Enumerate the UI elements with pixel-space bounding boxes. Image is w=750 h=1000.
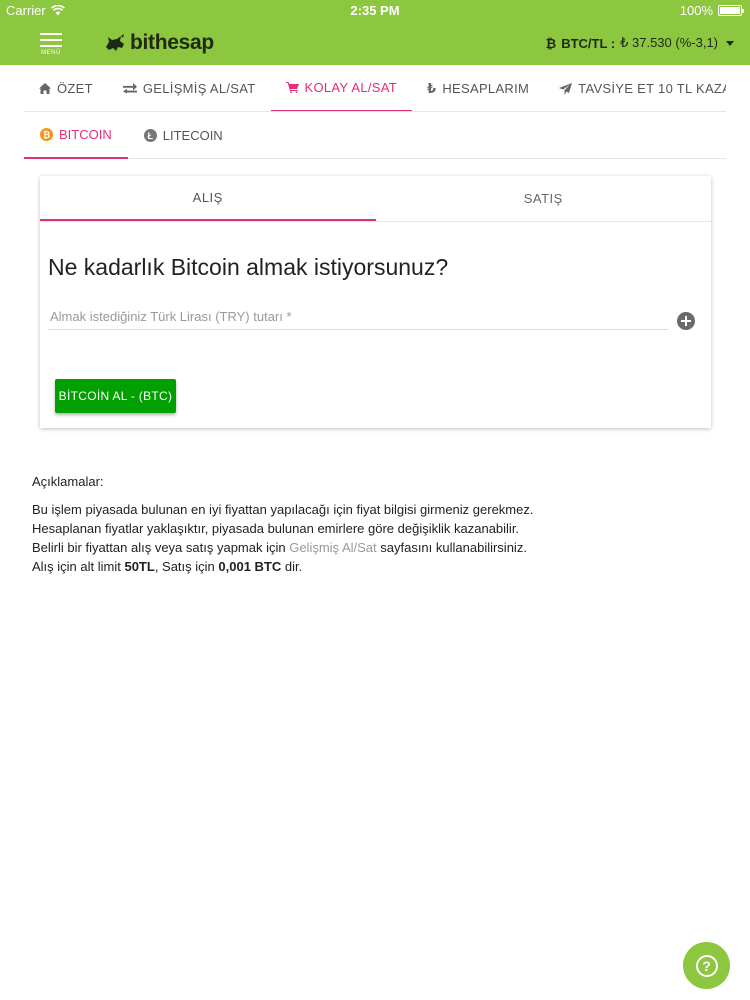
menu-label: MENÜ <box>41 50 61 56</box>
description-line: Hesaplanan fiyatlar yaklaşıktır, piyasad… <box>32 521 520 536</box>
trade-card: ALIŞ SATIŞ Ne kadarlık Bitcoin almak ist… <box>40 176 711 428</box>
exchange-icon <box>122 83 137 94</box>
advanced-trade-link[interactable]: Gelişmiş Al/Sat <box>289 540 376 555</box>
tab-alis[interactable]: ALIŞ <box>40 176 376 221</box>
tab-gelismis-al-sat[interactable]: GELİŞMİŞ AL/SAT <box>108 65 271 111</box>
logo[interactable]: bithesap <box>104 31 214 55</box>
plus-circle-icon[interactable] <box>677 312 695 330</box>
description-line: Belirli bir fiyattan alış veya satış yap… <box>32 538 722 557</box>
description-line: Bu işlem piyasada bulunan en iyi fiyatta… <box>32 502 534 517</box>
coin-nav: ₿ BITCOIN Ł LITECOIN <box>24 112 726 159</box>
description-text: , Satış için <box>154 559 219 574</box>
tab-label: HESAPLARIM <box>442 81 530 96</box>
logo-wordmark: bithesap <box>130 31 214 55</box>
bitcoin-icon: ₿ <box>40 128 53 141</box>
main-nav: ÖZET GELİŞMİŞ AL/SAT KOLAY AL/SAT ₺ HESA… <box>24 65 726 112</box>
logo-bit: bit <box>130 31 155 54</box>
bull-logo-icon <box>106 34 124 51</box>
buy-limit: 50TL <box>124 559 155 574</box>
tab-label: BITCOIN <box>59 127 112 142</box>
help-button[interactable]: ? <box>683 942 730 989</box>
hamburger-bar <box>40 39 62 41</box>
tab-label: KOLAY AL/SAT <box>304 80 397 95</box>
ticker-label: BTC/TL : <box>561 35 616 51</box>
battery-percent: 100% <box>679 3 713 18</box>
battery-icon <box>718 5 744 16</box>
trade-tabs: ALIŞ SATIŞ <box>40 176 711 222</box>
description-text: Belirli bir fiyattan alış veya satış yap… <box>32 540 290 555</box>
sell-limit: 0,001 BTC <box>218 559 282 574</box>
buy-bitcoin-button[interactable]: BİTCOİN AL - (BTC) <box>55 379 176 413</box>
description-text: sayfasını kullanabilirsiniz. <box>376 540 527 555</box>
description-text: Alış için alt limit <box>32 559 125 574</box>
tab-hesaplarim[interactable]: ₺ HESAPLARIM <box>412 65 544 111</box>
tab-label: TAVSİYE ET 10 TL KAZAN <box>578 81 726 96</box>
tab-label: ÖZET <box>57 81 93 96</box>
amount-input[interactable] <box>48 304 668 330</box>
question-mark-icon: ? <box>695 954 718 977</box>
tab-bitcoin[interactable]: ₿ BITCOIN <box>24 112 128 159</box>
tab-satis[interactable]: SATIŞ <box>376 176 712 221</box>
tab-kolay-al-sat[interactable]: KOLAY AL/SAT <box>270 65 412 111</box>
price-ticker[interactable]: ₿ BTC/TL : ₺ 37.530 (%-3,1) <box>546 35 734 51</box>
tab-litecoin[interactable]: Ł LITECOIN <box>128 112 239 159</box>
description-text: dir. <box>281 559 303 574</box>
tab-label: LITECOIN <box>162 128 223 143</box>
logo-hesap: hesap <box>154 31 215 54</box>
cart-icon <box>285 82 299 93</box>
lira-icon: ₺ <box>427 80 437 96</box>
tab-ozet[interactable]: ÖZET <box>24 65 108 111</box>
battery-info: 100% <box>679 3 744 18</box>
clock: 2:35 PM <box>350 3 400 18</box>
hamburger-bar <box>40 45 62 47</box>
description-line: Alış için alt limit 50TL, Satış için 0,0… <box>32 557 722 576</box>
hamburger-icon <box>40 33 62 35</box>
status-bar: Carrier 2:35 PM 100% <box>0 0 750 22</box>
litecoin-icon: Ł <box>143 129 157 142</box>
battery-fill <box>720 7 740 14</box>
description-heading: Açıklamalar: <box>32 474 104 489</box>
bitcoin-symbol-icon: ₿ <box>545 35 557 51</box>
tab-label: GELİŞMİŞ AL/SAT <box>142 81 256 96</box>
trade-question: Ne kadarlık Bitcoin almak istiyorsunuz? <box>48 254 449 280</box>
caret-down-icon <box>726 40 734 46</box>
description: Açıklamalar: Bu işlem piyasada bulunan e… <box>32 472 722 576</box>
menu-button[interactable]: MENÜ <box>36 30 66 62</box>
paper-plane-icon <box>559 82 573 95</box>
home-icon <box>39 83 51 94</box>
tab-tavsiye-et[interactable]: TAVSİYE ET 10 TL KAZAN <box>544 65 726 111</box>
ticker-value: ₺ 37.530 (%-3,1) <box>620 35 718 50</box>
app-header: MENÜ bithesap ₿ BTC/TL : ₺ 37.530 (%-3,1… <box>0 22 750 65</box>
